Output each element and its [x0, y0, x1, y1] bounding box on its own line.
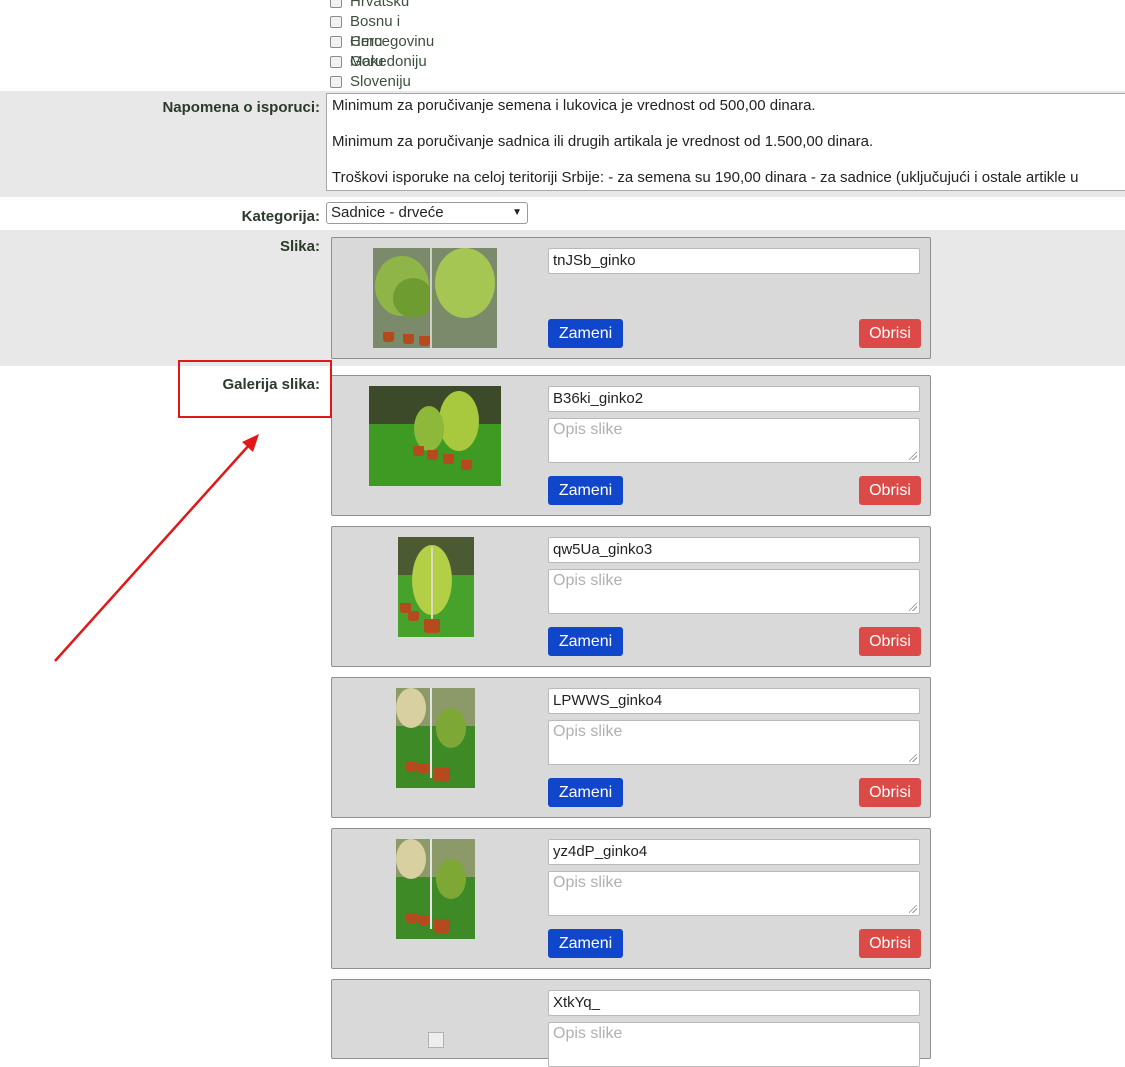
- slika-label: Slika:: [279, 238, 320, 255]
- resize-grip-icon[interactable]: [909, 452, 917, 460]
- gallery-card: qw5Ua_ginko3 Opis slike Zameni Obrisi: [331, 526, 931, 667]
- gallery-description-textarea[interactable]: Opis slike: [548, 418, 920, 463]
- obrisi-button[interactable]: Obrisi: [859, 319, 921, 348]
- gallery-card: XtkYq_ Opis slike: [331, 979, 931, 1067]
- gallery-name-input[interactable]: qw5Ua_ginko3: [548, 537, 920, 563]
- broken-image-icon: [428, 1032, 444, 1048]
- resize-grip-icon[interactable]: [909, 603, 917, 611]
- gallery-name-input[interactable]: B36ki_ginko2: [548, 386, 920, 412]
- zameni-button[interactable]: Zameni: [548, 319, 623, 348]
- country-label: Hrvatsku: [350, 0, 410, 10]
- napomena-line: Minimum za poručivanje semena i lukovica…: [332, 97, 816, 114]
- gallery-description-textarea[interactable]: Opis slike: [548, 871, 920, 916]
- obrisi-button[interactable]: Obrisi: [859, 778, 921, 807]
- resize-grip-icon[interactable]: [909, 905, 917, 913]
- resize-grip-icon[interactable]: [909, 754, 917, 762]
- country-checkbox[interactable]: [330, 0, 342, 8]
- kategorija-select[interactable]: Sadnice - drveće ▼: [326, 202, 528, 224]
- gallery-name-input[interactable]: yz4dP_ginko4: [548, 839, 920, 865]
- description-placeholder: Opis slike: [553, 1025, 623, 1042]
- zameni-button[interactable]: Zameni: [548, 627, 623, 656]
- obrisi-button[interactable]: Obrisi: [859, 627, 921, 656]
- napomena-line: Troškovi isporuke na celoj teritoriji Sr…: [332, 169, 1079, 186]
- gallery-description-textarea[interactable]: Opis slike: [548, 720, 920, 765]
- kategorija-selected: Sadnice - drveće: [331, 204, 444, 221]
- country-checkbox[interactable]: [330, 76, 342, 88]
- gallery-thumbnail: [396, 839, 475, 939]
- obrisi-button[interactable]: Obrisi: [859, 476, 921, 505]
- napomena-line: Minimum za poručivanje sadnica ili drugi…: [332, 133, 874, 150]
- gallery-name-input[interactable]: XtkYq_: [548, 990, 920, 1016]
- gallery-card: B36ki_ginko2 Opis slike Zameni Obrisi: [331, 375, 931, 516]
- zameni-button[interactable]: Zameni: [548, 476, 623, 505]
- country-checkbox[interactable]: [330, 36, 342, 48]
- gallery-name-input[interactable]: LPWWS_ginko4: [548, 688, 920, 714]
- gallery-card: LPWWS_ginko4 Opis slike Zameni Obrisi: [331, 677, 931, 818]
- description-placeholder: Opis slike: [553, 723, 623, 740]
- gallery-thumbnail: [396, 688, 475, 788]
- napomena-label: Napomena o isporuci:: [162, 99, 320, 116]
- slika-thumbnail: [373, 248, 497, 348]
- description-placeholder: Opis slike: [553, 572, 623, 589]
- gallery-description-textarea[interactable]: Opis slike: [548, 1022, 920, 1067]
- slika-name-input[interactable]: tnJSb_ginko: [548, 248, 920, 274]
- gallery-card: yz4dP_ginko4 Opis slike Zameni Obrisi: [331, 828, 931, 969]
- slika-card: tnJSb_ginko Zameni Obrisi: [331, 237, 931, 359]
- country-label: Sloveniju: [350, 73, 411, 90]
- gallery-description-textarea[interactable]: Opis slike: [548, 569, 920, 614]
- zameni-button[interactable]: Zameni: [548, 929, 623, 958]
- description-placeholder: Opis slike: [553, 421, 623, 438]
- chevron-down-icon: ▼: [512, 207, 522, 218]
- zameni-button[interactable]: Zameni: [548, 778, 623, 807]
- country-label: Makedoniju: [350, 53, 427, 70]
- country-checkbox[interactable]: [330, 56, 342, 68]
- kategorija-label: Kategorija:: [241, 208, 320, 225]
- description-placeholder: Opis slike: [553, 874, 623, 891]
- gallery-thumbnail: [369, 386, 501, 486]
- obrisi-button[interactable]: Obrisi: [859, 929, 921, 958]
- gallery-thumbnail: [398, 537, 474, 637]
- country-checkbox[interactable]: [330, 16, 342, 28]
- annotation-highlight-box: [178, 360, 332, 418]
- napomena-textarea[interactable]: Minimum za poručivanje semena i lukovica…: [326, 93, 1125, 191]
